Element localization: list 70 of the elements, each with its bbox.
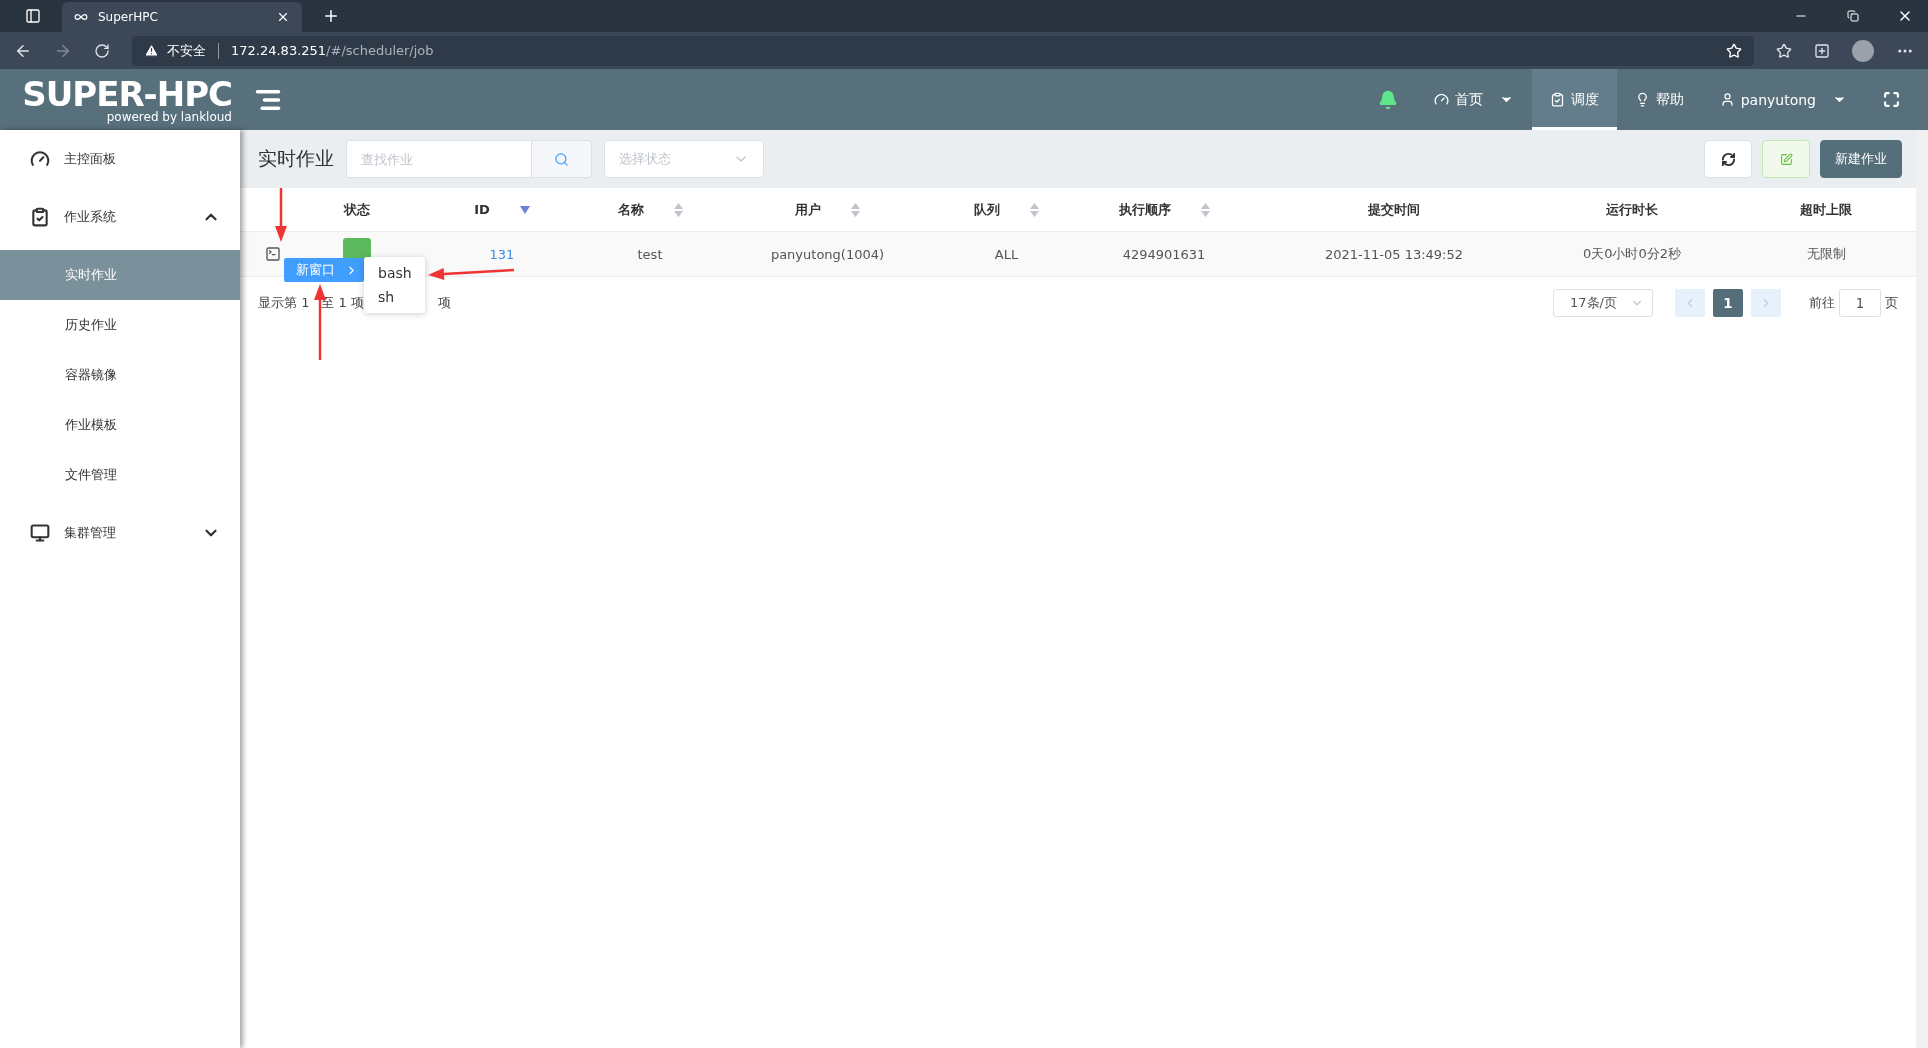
user-icon [1719,92,1735,107]
new-tab-icon[interactable] [322,7,340,25]
nav-tab[interactable]: 首页 [1415,69,1532,130]
sidebar-item[interactable]: 集群管理 [0,500,240,566]
goto-label: 前往 [1809,294,1835,312]
sidebar-subitem[interactable]: 作业模板 [0,400,240,450]
sidebar-subitem[interactable]: 历史作业 [0,300,240,350]
sidebar-subitem[interactable]: 容器镜像 [0,350,240,400]
logo: SUPER-HPC powered by lankloud [21,72,233,126]
collections-icon[interactable] [1814,42,1830,59]
favorite-icon[interactable] [1726,42,1742,59]
sidebar-item[interactable]: 主控面板 [0,134,240,184]
restore-icon[interactable] [1847,10,1859,22]
goto-page-field[interactable]: 1 [1839,289,1881,317]
column-header: 运行时长 [1606,200,1658,219]
close-icon[interactable] [276,10,290,24]
nav-tab[interactable]: panyutong [1701,69,1865,130]
sort-desc-icon[interactable] [519,205,530,214]
table-cell-text: 4294901631 [1121,246,1207,262]
refresh-button[interactable] [1704,140,1752,178]
page-title: 实时作业 [258,146,334,171]
browser-tab[interactable]: SuperHPC [62,2,302,32]
search-icon [554,151,569,167]
column-header: 超时上限 [1800,200,1852,219]
monitor-icon [30,523,50,543]
tab-title: SuperHPC [98,10,158,24]
submenu-item[interactable]: bash [364,261,425,285]
page-button[interactable]: 1 [1713,289,1743,317]
column-header: 提交时间 [1368,200,1420,219]
edit-icon [1779,152,1793,166]
column-header: 队列 [974,200,1000,219]
pagination-summary: 项 [437,294,451,312]
security-label: 不安全 [167,41,206,60]
column-header: ID [474,202,490,217]
terminal-icon[interactable] [265,246,281,262]
page-size-select[interactable]: 17条/页 [1553,289,1653,317]
table-cell-text: 0天0小时0分2秒 [1581,245,1683,263]
page-suffix: 页 [1885,294,1898,312]
column-header: 用户 [795,200,821,219]
table-cell-text: panyutong(1004) [769,246,886,262]
column-header: 状态 [344,200,370,219]
table-cell-text: test [636,246,664,262]
gauge-icon [1433,92,1449,107]
column-header: 名称 [617,200,644,219]
table-cell-text: 无限制 [1805,245,1847,263]
tabs-icon[interactable] [25,8,41,24]
search-field[interactable]: 查找作业 [346,140,532,178]
sidebar-subitem[interactable]: 文件管理 [0,450,240,500]
submenu-item[interactable]: sh [364,285,425,309]
nav-tab[interactable]: 帮助 [1616,69,1702,130]
annotation-arrow [275,188,287,242]
clipboard-icon [1549,92,1565,107]
avatar[interactable] [1852,39,1874,62]
table-cell-text: 2021-11-05 13:49:52 [1323,246,1465,262]
bell-icon[interactable] [1377,89,1398,110]
refresh-icon [1720,151,1736,167]
sidebar-item[interactable]: 作业系统 [0,184,240,250]
fullscreen-icon[interactable] [1883,91,1900,108]
favorites-icon[interactable] [1776,42,1792,59]
url-text: 172.24.83.251/#/scheduler/job [231,43,434,58]
clipboard-icon [30,207,50,227]
column-header: 执行顺序 [1118,200,1171,219]
reload-icon[interactable] [94,42,110,59]
address-bar[interactable]: 不安全 172.24.83.251/#/scheduler/job [132,35,1754,66]
warning-icon [144,43,159,58]
table-cell-text: ALL [993,246,1020,262]
nav-tab[interactable]: 调度 [1531,69,1617,130]
pagination-summary: 显示第 1 [258,294,310,312]
gauge-icon [30,149,50,169]
new-job-button[interactable]: 新建作业 [1820,140,1902,178]
